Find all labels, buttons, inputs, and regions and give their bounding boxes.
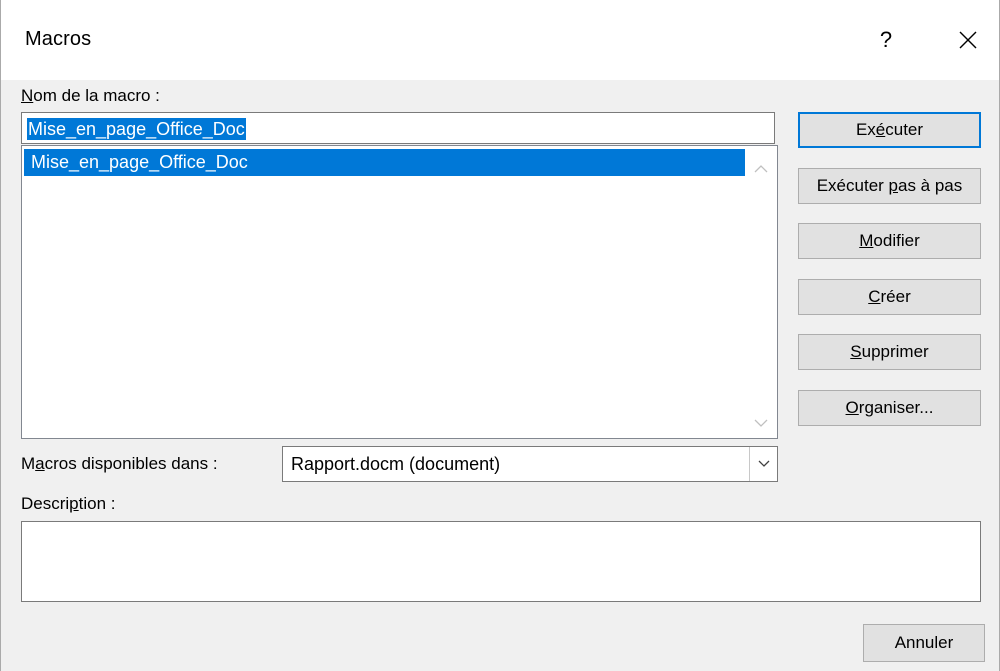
macros-in-value: Rapport.docm (document) (291, 454, 501, 474)
dialog-title: Macros (25, 28, 92, 50)
macro-name-label: Nom de la macro : (21, 86, 160, 105)
chevron-up-icon (754, 165, 768, 173)
organizer-button[interactable]: Organiser... (798, 390, 981, 426)
help-button[interactable]: ? (861, 16, 911, 64)
macro-name-value: Mise_en_page_Office_Doc (27, 118, 246, 140)
edit-button[interactable]: Modifier (798, 223, 981, 259)
run-button[interactable]: Exécuter (798, 112, 981, 148)
step-into-button[interactable]: Exécuter pas à pas (798, 168, 981, 204)
dropdown-arrow-button[interactable] (749, 447, 777, 481)
close-button[interactable] (943, 16, 993, 64)
delete-button[interactable]: Supprimer (798, 334, 981, 370)
list-scrollbar[interactable] (745, 146, 777, 438)
macros-in-dropdown[interactable]: Rapport.docm (document) (282, 446, 778, 482)
macros-in-label: Macros disponibles dans : (21, 454, 218, 473)
list-item[interactable]: Mise_en_page_Office_Doc (24, 149, 746, 176)
macros-dialog: Macros ? Nom de la macro : Mise_en_page_… (0, 0, 1000, 671)
cancel-button[interactable]: Annuler (863, 624, 985, 662)
title-bar: Macros ? (1, 0, 999, 80)
macro-list[interactable]: Mise_en_page_Office_Doc (21, 145, 778, 439)
description-label: Description : (21, 494, 116, 513)
macro-name-input[interactable]: Mise_en_page_Office_Doc (21, 112, 775, 144)
create-button[interactable]: Créer (798, 279, 981, 315)
chevron-down-icon (754, 419, 768, 427)
description-field[interactable] (21, 521, 981, 602)
scroll-down-button[interactable] (745, 408, 777, 438)
chevron-down-icon (758, 460, 770, 467)
scroll-up-button[interactable] (745, 154, 777, 184)
help-icon: ? (879, 27, 893, 52)
close-icon (959, 31, 977, 49)
